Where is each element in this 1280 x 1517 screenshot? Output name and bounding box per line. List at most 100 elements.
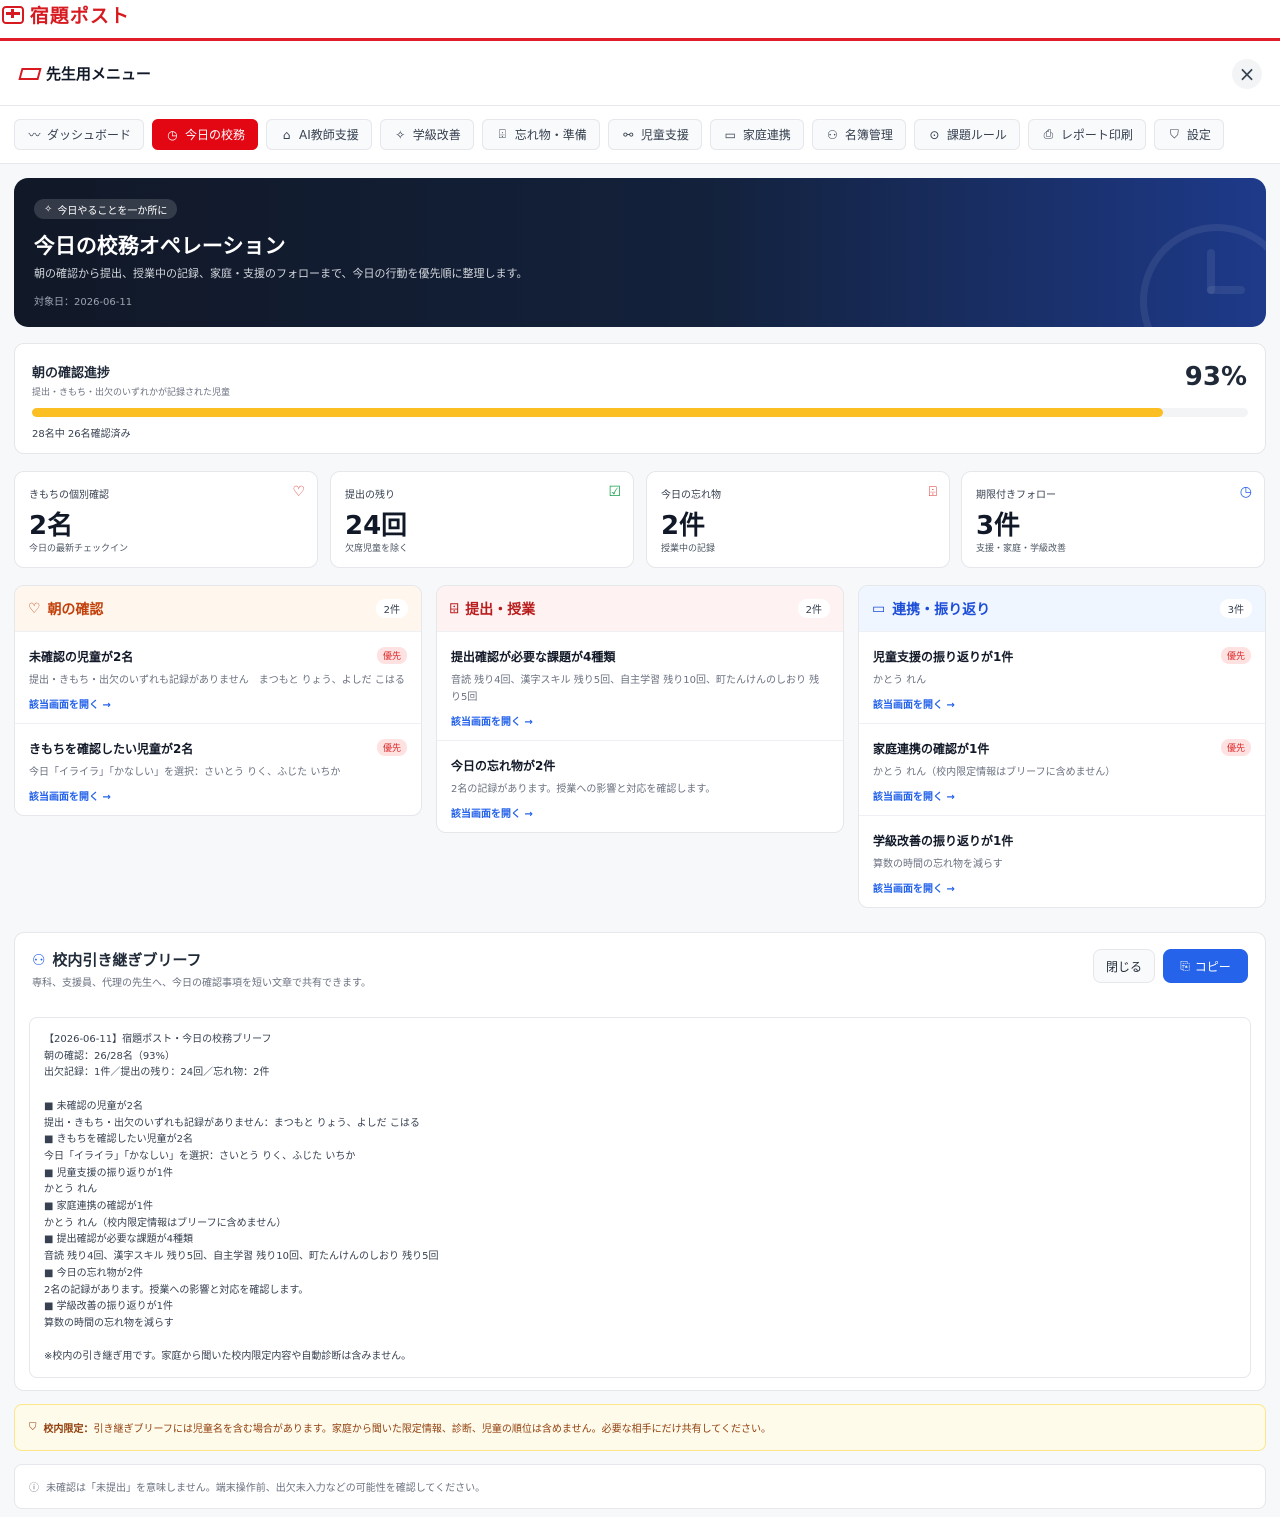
tab-label: ダッシュボード	[47, 128, 132, 142]
sparkle-icon: ✧	[44, 203, 53, 215]
panel-header: ⌹ 提出・授業 2件	[437, 586, 843, 632]
tab-icon: ⚯	[623, 127, 634, 142]
tab-label: 課題ルール	[946, 128, 1007, 142]
hero-banner: ✧ 今日やることを一か所に 今日の校務オペレーション 朝の確認から提出、授業中の記…	[14, 178, 1266, 327]
tab-3[interactable]: ✧ 学級改善	[379, 119, 474, 150]
stat-card: 今日の忘れ物 ⌹ 2件 授業中の記録	[646, 471, 950, 568]
logo-icon	[2, 5, 24, 24]
open-screen-link[interactable]: 該当画面を開く →	[451, 805, 829, 820]
tab-icon: 〰	[28, 128, 41, 142]
panel-header: ♡ 朝の確認 2件	[15, 586, 421, 632]
open-screen-link[interactable]: 該当画面を開く →	[451, 713, 829, 728]
close-menu-button[interactable]: ×	[1232, 59, 1262, 89]
task-title: 学級改善の振り返りが1件	[873, 834, 1014, 848]
panel-count: 3件	[1219, 599, 1252, 618]
internal-only-notice: ⛉ 校内限定：引き継ぎブリーフには児童名を含む場合があります。家庭から聞いた限定…	[14, 1404, 1266, 1451]
stat-icon: ☑	[608, 484, 621, 500]
priority-badge: 優先	[1220, 739, 1251, 756]
task-description: 今日「イライラ」「かなしい」を選択：さいとう りく、ふじた いちか	[29, 767, 341, 778]
task-item: 未確認の児童が2名 優先 提出・きもち・出欠のいずれも記録がありません まつもと…	[15, 632, 421, 724]
tab-icon: ⌹	[498, 127, 506, 141]
panel-count: 2件	[797, 599, 830, 618]
info-icon: ⓘ	[29, 1483, 39, 1494]
tab-label: 今日の校務	[185, 128, 246, 142]
stat-label: 今日の忘れ物	[661, 490, 721, 501]
morning-progress-card: 朝の確認進捗 提出・きもち・出欠のいずれかが記録された児童 93% 28名中 2…	[14, 343, 1266, 454]
task-title: 提出確認が必要な課題が4種類	[451, 650, 616, 664]
progress-fill	[32, 408, 1163, 417]
open-screen-link[interactable]: 該当画面を開く →	[873, 880, 1251, 895]
tab-5[interactable]: ⚯ 児童支援	[607, 119, 702, 150]
open-screen-link[interactable]: 該当画面を開く →	[29, 696, 407, 711]
tab-7[interactable]: ⚇ 名簿管理	[811, 119, 906, 150]
tab-icon: ⎙	[1043, 127, 1054, 141]
tab-icon: ◷	[167, 127, 178, 142]
task-item: 今日の忘れ物が2件 2名の記録があります。授業への影響と対応を確認します。 該当…	[437, 741, 843, 832]
app-name: 宿題ポスト	[30, 5, 131, 27]
stat-value: 2名	[29, 511, 74, 541]
stat-value: 24回	[345, 511, 408, 541]
task-item: 提出確認が必要な課題が4種類 音読 残り4回、漢字スキル 残り5回、自主学習 残…	[437, 632, 843, 741]
stat-icon: ⌹	[928, 484, 937, 500]
task-title: 今日の忘れ物が2件	[451, 759, 556, 773]
stat-value: 3件	[976, 511, 1021, 541]
stat-sub: 今日の最新チェックイン	[29, 544, 129, 554]
stat-value: 2件	[661, 511, 706, 541]
brief-title: ⚇ 校内引き継ぎブリーフ	[32, 950, 202, 970]
progress-title: 朝の確認進捗	[32, 366, 111, 381]
shield-icon: ⛉	[29, 1422, 37, 1433]
tab-label: AI教師支援	[299, 128, 359, 142]
progress-note: 28名中 26名確認済み	[32, 429, 131, 440]
brief-text[interactable]: 【2026-06-11】宿題ポスト・今日の校務ブリーフ 朝の確認：26/28名（…	[29, 1017, 1251, 1378]
tab-6[interactable]: ▭ 家庭連携	[709, 119, 804, 150]
graduation-cap-icon	[18, 66, 38, 82]
progress-percent: 93%	[1184, 362, 1247, 392]
app-header: 宿題ポスト	[0, 0, 1280, 41]
task-description: かとう れん	[873, 675, 927, 686]
target-date: 対象日：2026-06-11	[34, 297, 133, 308]
copy-brief-button[interactable]: ⎘ コピー	[1163, 949, 1248, 983]
panel-icon: ⌹	[450, 600, 459, 617]
priority-badge: 優先	[376, 739, 407, 756]
task-description: 提出・きもち・出欠のいずれも記録がありません まつもと りょう、よしだ こはる	[29, 675, 405, 686]
stat-sub: 支援・家庭・学級改善	[976, 544, 1067, 554]
tab-9[interactable]: ⎙ レポート印刷	[1027, 119, 1146, 150]
tab-0[interactable]: 〰ダッシュボード	[14, 119, 145, 150]
app-logo[interactable]: 宿題ポスト	[2, 1, 130, 28]
page-title: 今日の校務オペレーション	[34, 234, 286, 258]
users-icon: ⚇	[32, 950, 46, 969]
stat-sub: 欠席児童を除く	[345, 544, 409, 554]
tab-label: 学級改善	[412, 128, 461, 142]
menu-title: 先生用メニュー	[18, 63, 151, 84]
tab-2[interactable]: ⌂ AI教師支援	[266, 119, 372, 150]
stat-icon: ◷	[1239, 484, 1252, 500]
progress-subtitle: 提出・きもち・出欠のいずれかが記録された児童	[32, 388, 231, 398]
tab-icon: ▭	[724, 127, 736, 142]
task-title: きもちを確認したい児童が2名	[29, 742, 194, 756]
panel-count: 2件	[375, 599, 408, 618]
task-item: 学級改善の振り返りが1件 算数の時間の忘れ物を減らす 該当画面を開く →	[859, 816, 1265, 907]
stat-sub: 授業中の記録	[661, 544, 716, 554]
open-screen-link[interactable]: 該当画面を開く →	[29, 788, 407, 803]
task-panel: ⌹ 提出・授業 2件 提出確認が必要な課題が4種類 音読 残り4回、漢字スキル 残…	[436, 585, 844, 833]
tab-1[interactable]: ◷ 今日の校務	[152, 119, 259, 150]
tab-icon: ⛉	[1169, 127, 1179, 141]
tab-label: 家庭連携	[742, 128, 791, 142]
stat-card: 期限付きフォロー ◷ 3件 支援・家庭・学級改善	[961, 471, 1265, 568]
open-screen-link[interactable]: 該当画面を開く →	[873, 788, 1251, 803]
task-title: 未確認の児童が2名	[29, 650, 134, 664]
stat-card: 提出の残り ☑ 24回 欠席児童を除く	[330, 471, 634, 568]
task-description: かとう れん（校内限定情報はブリーフに含めません）	[873, 767, 1116, 778]
stat-label: きもちの個別確認	[29, 490, 109, 501]
stat-card: きもちの個別確認 ♡ 2名 今日の最新チェックイン	[14, 471, 318, 568]
task-description: 音読 残り4回、漢字スキル 残り5回、自主学習 残り10回、町たんけんのしおり …	[451, 675, 820, 703]
close-brief-button[interactable]: 閉じる	[1093, 949, 1155, 983]
tab-8[interactable]: ⊙ 課題ルール	[913, 119, 1020, 150]
open-screen-link[interactable]: 該当画面を開く →	[873, 696, 1251, 711]
tab-4[interactable]: ⌹ 忘れ物・準備	[481, 119, 600, 150]
handover-brief: ⚇ 校内引き継ぎブリーフ 専科、支援員、代理の先生へ、今日の確認事項を短い文章で共…	[14, 932, 1266, 1391]
priority-badge: 優先	[1220, 647, 1251, 664]
tab-10[interactable]: ⛉ 設定	[1153, 119, 1224, 150]
task-item: きもちを確認したい児童が2名 優先 今日「イライラ」「かなしい」を選択：さいとう…	[15, 724, 421, 815]
tab-label: 名簿管理	[844, 128, 893, 142]
